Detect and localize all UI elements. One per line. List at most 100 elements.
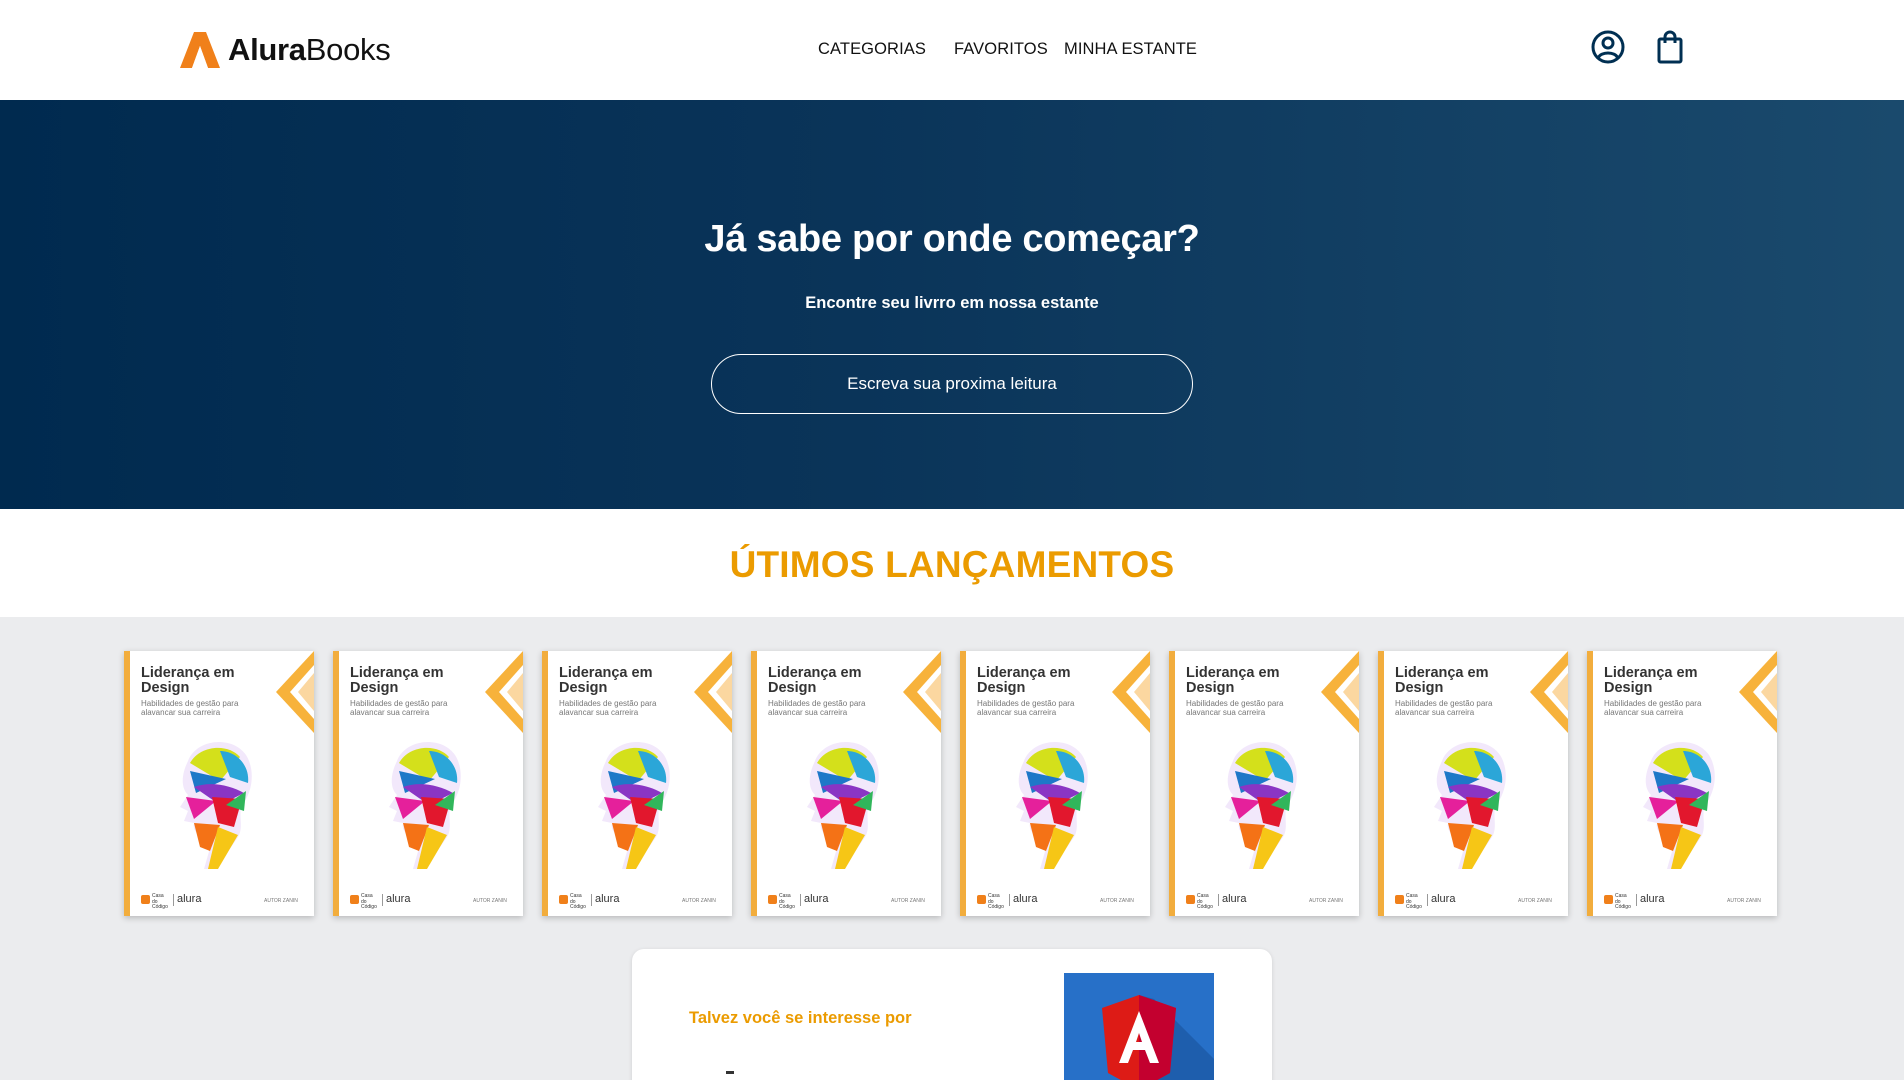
book-author: AUTOR ZANIN [1309, 898, 1343, 904]
book-title: Liderança em Design [350, 665, 444, 696]
footer-divider [173, 894, 174, 906]
angular-logo-icon [1102, 995, 1214, 1080]
book-author: AUTOR ZANIN [1518, 898, 1552, 904]
suggestion-label: Talvez você se interesse por [689, 1009, 912, 1027]
book-subtitle: Habilidades de gestão para alavancar sua… [768, 699, 866, 717]
colorful-head-illustration [1434, 742, 1506, 869]
publisher-name: Casa do Código [152, 893, 168, 910]
books-carousel: Liderança em Design Habilidades de gestão… [0, 651, 1904, 916]
book-subtitle: Habilidades de gestão para alavancar sua… [977, 699, 1075, 717]
user-account-button[interactable] [1590, 29, 1626, 65]
shopping-bag-button[interactable] [1652, 29, 1688, 65]
book-card[interactable]: Liderança em Design Habilidades de gestão… [1587, 651, 1777, 916]
suggested-book-thumbnail[interactable] [1064, 973, 1214, 1080]
footer-divider [1218, 894, 1219, 906]
casa-do-codigo-logo-icon [977, 895, 986, 904]
chevron-left-icon [276, 651, 314, 733]
colorful-head-illustration [389, 742, 461, 869]
casa-do-codigo-logo-icon [350, 895, 359, 904]
nav-categorias[interactable]: CATEGORIAS [818, 40, 926, 59]
alura-brand: alura [177, 893, 202, 905]
book-spine [1587, 651, 1593, 916]
colorful-head-illustration [1225, 742, 1297, 869]
casa-do-codigo-logo-icon [768, 895, 777, 904]
book-card[interactable]: Liderança em Design Habilidades de gestão… [333, 651, 523, 916]
alurabooks-logo[interactable]: AluraBooks [179, 27, 391, 73]
book-subtitle: Habilidades de gestão para alavancar sua… [141, 699, 239, 717]
publisher-name: Casa do Código [988, 893, 1004, 910]
hero-title: Já sabe por onde começar? [704, 218, 1200, 260]
colorful-head-illustration [807, 742, 879, 869]
book-author: AUTOR ZANIN [682, 898, 716, 904]
chevron-left-icon [1321, 651, 1359, 733]
logo-text-light: Books [305, 32, 391, 67]
book-subtitle: Habilidades de gestão para alavancar sua… [1186, 699, 1284, 717]
chevron-left-icon [1530, 651, 1568, 733]
book-footer: Casa do Código alura AUTOR ZANIN [1186, 893, 1346, 910]
book-card[interactable]: Liderança em Design Habilidades de gestão… [542, 651, 732, 916]
book-author: AUTOR ZANIN [1100, 898, 1134, 904]
book-spine [333, 651, 339, 916]
footer-divider [382, 894, 383, 906]
book-title: Liderança em Design [977, 665, 1071, 696]
book-subtitle: Habilidades de gestão para alavancar sua… [1604, 699, 1702, 717]
search-input[interactable] [711, 354, 1193, 414]
chevron-left-icon [1739, 651, 1777, 733]
footer-divider [591, 894, 592, 906]
chevron-left-icon [485, 651, 523, 733]
casa-do-codigo-logo-icon [141, 895, 150, 904]
publisher-name: Casa do Código [1406, 893, 1422, 910]
casa-do-codigo-logo-icon [1395, 895, 1404, 904]
chevron-left-icon [903, 651, 941, 733]
shopping-bag-icon [1657, 30, 1683, 64]
releases-title: ÚTIMOS LANÇAMENTOS [729, 544, 1175, 585]
book-author: AUTOR ZANIN [473, 898, 507, 904]
publisher-name: Casa do Código [1197, 893, 1213, 910]
top-header: AluraBooks CATEGORIAS FAVORITOS MINHA ES… [0, 0, 1904, 100]
chevron-left-icon [1112, 651, 1150, 733]
book-footer: Casa do Código alura AUTOR ZANIN [141, 893, 301, 910]
hero-banner: Já sabe por onde começar? Encontre seu l… [0, 100, 1904, 509]
publisher-name: Casa do Código [779, 893, 795, 910]
book-card[interactable]: Liderança em Design Habilidades de gestão… [960, 651, 1150, 916]
book-spine [542, 651, 548, 916]
book-author: AUTOR ZANIN [891, 898, 925, 904]
book-card[interactable]: Liderança em Design Habilidades de gestão… [1378, 651, 1568, 916]
book-footer: Casa do Código alura AUTOR ZANIN [559, 893, 719, 910]
book-card[interactable]: Liderança em Design Habilidades de gestão… [751, 651, 941, 916]
book-title: Liderança em Design [559, 665, 653, 696]
nav-minha-estante[interactable]: MINHA ESTANTE [1064, 40, 1197, 59]
book-title: Liderança em Design [768, 665, 862, 696]
book-subtitle: Habilidades de gestão para alavancar sua… [559, 699, 657, 717]
nav-favoritos[interactable]: FAVORITOS [954, 40, 1048, 59]
alura-triangle-icon [180, 32, 220, 68]
book-spine [960, 651, 966, 916]
book-footer: Casa do Código alura AUTOR ZANIN [768, 893, 928, 910]
book-card[interactable]: Liderança em Design Habilidades de gestão… [124, 651, 314, 916]
book-footer: Casa do Código alura AUTOR ZANIN [1604, 893, 1764, 910]
suggestion-text-fragment [726, 1071, 734, 1074]
hero-subtitle: Encontre seu livrro em nossa estante [805, 294, 1099, 312]
publisher-name: Casa do Código [361, 893, 377, 910]
alura-brand: alura [1431, 893, 1456, 905]
book-footer: Casa do Código alura AUTOR ZANIN [977, 893, 1137, 910]
book-author: AUTOR ZANIN [264, 898, 298, 904]
alura-brand: alura [1640, 893, 1665, 905]
alura-brand: alura [1222, 893, 1247, 905]
book-spine [1378, 651, 1384, 916]
suggestion-card: Talvez você se interesse por [632, 949, 1272, 1080]
chevron-left-icon [694, 651, 732, 733]
releases-header: ÚTIMOS LANÇAMENTOS [0, 509, 1904, 617]
footer-divider [1427, 894, 1428, 906]
book-title: Liderança em Design [1395, 665, 1489, 696]
book-footer: Casa do Código alura AUTOR ZANIN [1395, 893, 1555, 910]
colorful-head-illustration [180, 742, 252, 869]
casa-do-codigo-logo-icon [559, 895, 568, 904]
footer-divider [800, 894, 801, 906]
book-subtitle: Habilidades de gestão para alavancar sua… [1395, 699, 1493, 717]
book-title: Liderança em Design [141, 665, 235, 696]
publisher-name: Casa do Código [1615, 893, 1631, 910]
colorful-head-illustration [1016, 742, 1088, 869]
publisher-name: Casa do Código [570, 893, 586, 910]
book-card[interactable]: Liderança em Design Habilidades de gestão… [1169, 651, 1359, 916]
